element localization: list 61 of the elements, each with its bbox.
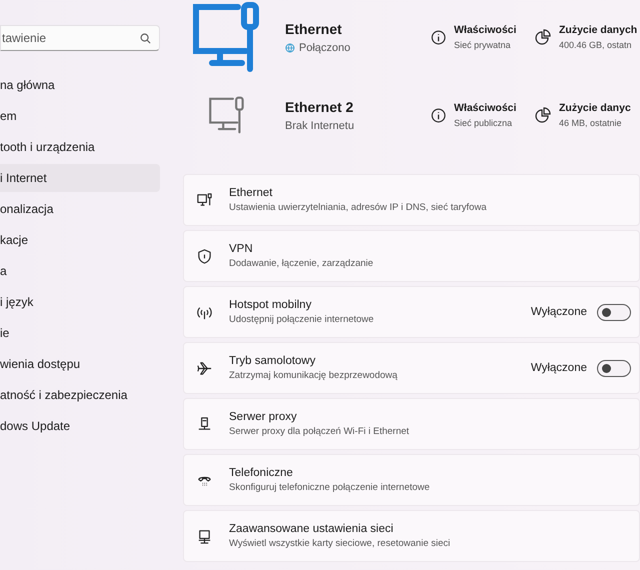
settings-card[interactable]: Ethernet Ustawienia uwierzytelniania, adresów IP i DNS, sieć taryfowa [183, 174, 640, 226]
adapter-name: Ethernet 2 [285, 98, 354, 114]
card-subtitle: Wyświetl wszystkie karty sieciowe, resetowanie sieci [229, 538, 452, 549]
search-field[interactable]: tawienie [0, 25, 160, 51]
sidebar-item[interactable]: a [0, 257, 160, 285]
card-subtitle: Udostępnij połączenie internetowe [229, 314, 375, 325]
shield-icon [196, 248, 213, 264]
sidebar-item[interactable]: dows Update [0, 412, 160, 440]
sidebar-item[interactable]: kacje [0, 226, 160, 254]
network-type: Sieć publiczna [454, 118, 514, 128]
sidebar-item[interactable]: ie [0, 319, 160, 347]
card-subtitle: Zatrzymaj komunikację bezprzewodową [229, 370, 398, 381]
properties-link[interactable]: Właściwości [454, 24, 516, 36]
settings-card[interactable]: VPN Dodawanie, łączenie, zarządzanie [183, 230, 640, 282]
data-usage-value: 46 MB, ostatnie [559, 118, 623, 128]
network-type: Sieć prywatna [454, 40, 512, 50]
sidebar-item[interactable]: onalizacja [0, 195, 160, 223]
settings-card[interactable]: Tryb samolotowy Zatrzymaj komunikację bezprzewodową Wyłączone [183, 342, 640, 394]
toggle-switch[interactable] [597, 304, 631, 320]
data-usage-link[interactable]: Zużycie danych [559, 24, 638, 36]
monitor-icon [196, 192, 213, 208]
data-usage-link[interactable]: Zużycie danyc [559, 102, 631, 114]
card-subtitle: Dodawanie, łączenie, zarządzanie [229, 258, 374, 269]
card-subtitle: Serwer proxy dla połączeń Wi-Fi i Ethernet [229, 426, 410, 437]
sidebar-item[interactable]: wienia dostępu [0, 350, 160, 378]
card-title: Serwer proxy [229, 411, 298, 423]
info-icon [431, 108, 446, 122]
data-usage-value: 400.46 GB, ostatn [559, 40, 633, 50]
settings-card[interactable]: Zaawansowane ustawienia sieci Wyświetl wszystkie karty sieciowe, resetowanie sieci [183, 510, 640, 562]
toggle-switch[interactable] [597, 360, 631, 376]
card-title: Tryb samolotowy [229, 355, 316, 367]
sidebar-item[interactable]: tooth i urządzenia [0, 133, 160, 161]
sidebar-item[interactable]: i język [0, 288, 160, 316]
settings-card[interactable]: Telefoniczne Skonfiguruj telefoniczne połączenie internetowe [183, 454, 640, 506]
sidebar-item[interactable]: na główna [0, 71, 160, 99]
sidebar-item[interactable]: atność i zabezpieczenia [0, 381, 160, 409]
server-icon [196, 416, 213, 432]
info-icon [431, 30, 446, 44]
card-title: VPN [229, 243, 254, 255]
search-icon [140, 33, 151, 44]
card-subtitle: Skonfiguruj telefoniczne połączenie internetowe [229, 482, 431, 493]
card-title: Hotspot mobilny [229, 299, 312, 311]
card-title: Zaawansowane ustawienia sieci [229, 523, 394, 535]
card-title: Ethernet [229, 187, 274, 199]
sidebar-item[interactable]: i Internet [0, 164, 160, 192]
globe-icon [285, 42, 295, 52]
toggle-state-label: Wyłączone [530, 362, 587, 374]
toggle-state-label: Wyłączone [530, 306, 587, 318]
computer-icon [196, 528, 213, 544]
settings-card[interactable]: Serwer proxy Serwer proxy dla połączeń Wi-Fi i Ethernet [183, 398, 640, 450]
card-title: Telefoniczne [229, 467, 294, 479]
card-subtitle: Ustawienia uwierzytelniania, adresów IP i DNS, sieć taryfowa [229, 202, 488, 213]
connection-status: Brak Internetu [285, 120, 354, 132]
airplane-icon [196, 360, 213, 376]
adapter-name: Ethernet [285, 20, 343, 36]
connection-status: Połączono [299, 42, 350, 54]
pie-chart-icon [535, 107, 551, 123]
pie-chart-icon [535, 29, 551, 45]
settings-card[interactable]: Hotspot mobilny Udostępnij połączenie internetowe Wyłączone [183, 286, 640, 338]
properties-link[interactable]: Właściwości [454, 102, 516, 114]
sidebar-item[interactable]: em [0, 102, 160, 130]
